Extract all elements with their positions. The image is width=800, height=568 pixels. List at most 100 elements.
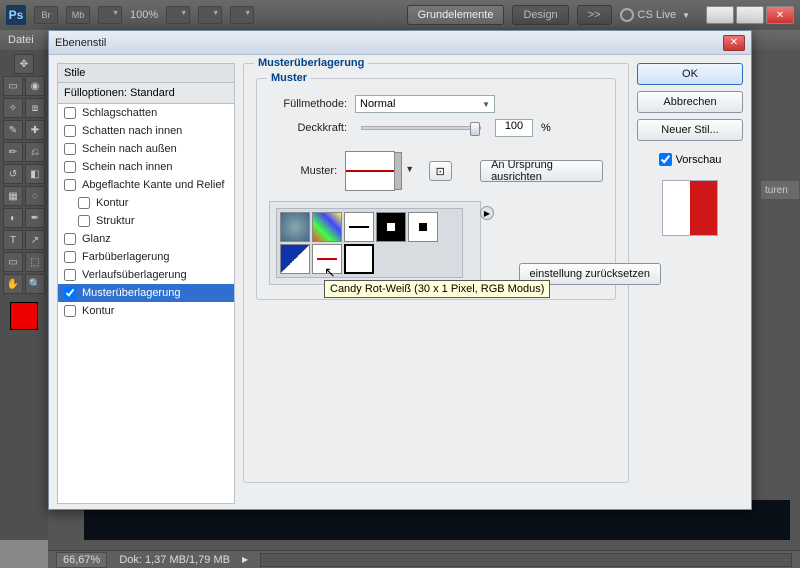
style-item[interactable]: Kontur xyxy=(58,194,234,212)
screen-mode-dropdown[interactable] xyxy=(230,6,254,24)
pattern-thumb[interactable] xyxy=(280,212,310,242)
style-item[interactable]: Schlagschatten xyxy=(58,104,234,122)
color-swatch[interactable] xyxy=(10,302,38,330)
style-label: Struktur xyxy=(96,215,135,227)
style-label: Farbüberlagerung xyxy=(82,251,169,263)
pattern-thumb[interactable] xyxy=(280,244,310,274)
style-checkbox[interactable] xyxy=(64,125,76,137)
style-item[interactable]: Schein nach außen xyxy=(58,140,234,158)
preview-swatch xyxy=(662,180,718,236)
style-item[interactable]: Musterüberlagerung xyxy=(58,284,234,302)
dialog-close-button[interactable]: ✕ xyxy=(723,35,745,51)
zoom-level[interactable]: 100% xyxy=(130,9,158,21)
pattern-swatch[interactable]: ▼ xyxy=(345,151,395,191)
minimize-button[interactable]: — xyxy=(706,6,734,24)
style-checkbox[interactable] xyxy=(64,305,76,317)
snap-origin-button[interactable]: An Ursprung ausrichten xyxy=(480,160,603,182)
view-dropdown-1[interactable] xyxy=(166,6,190,24)
crop-tool[interactable]: ⧈ xyxy=(25,98,45,118)
pattern-picker-flyout[interactable]: ▶ xyxy=(480,206,494,220)
style-checkbox[interactable] xyxy=(78,197,90,209)
style-item[interactable]: Struktur xyxy=(58,212,234,230)
preview-label: Vorschau xyxy=(676,154,722,166)
style-checkbox[interactable] xyxy=(64,179,76,191)
mb-button[interactable]: Mb xyxy=(66,6,90,24)
new-style-button[interactable]: Neuer Stil... xyxy=(637,119,743,141)
style-label: Glanz xyxy=(82,233,111,245)
maximize-button[interactable]: ☐ xyxy=(736,6,764,24)
style-item[interactable]: Abgeflachte Kante und Relief xyxy=(58,176,234,194)
fill-method-select[interactable]: Normal xyxy=(355,95,495,113)
stamp-tool[interactable]: ⎌ xyxy=(25,142,45,162)
status-bar: 66,67% Dok: 1,37 MB/1,79 MB ▶ xyxy=(48,550,800,568)
pattern-thumb[interactable] xyxy=(312,244,342,274)
view-dropdown-2[interactable] xyxy=(198,6,222,24)
workspace-tab-design[interactable]: Design xyxy=(512,5,568,25)
style-item[interactable]: Kontur xyxy=(58,302,234,320)
type-tool[interactable]: T xyxy=(3,230,23,250)
style-item[interactable]: Verlaufsüberlagerung xyxy=(58,266,234,284)
bridge-button[interactable]: Br xyxy=(34,6,58,24)
brush-tool[interactable]: ✏ xyxy=(3,142,23,162)
ok-button[interactable]: OK xyxy=(637,63,743,85)
right-panel-tab[interactable]: turen xyxy=(760,180,800,200)
marquee-tool[interactable]: ▭ xyxy=(3,76,23,96)
style-label: Verlaufsüberlagerung xyxy=(82,269,187,281)
pattern-thumb[interactable] xyxy=(376,212,406,242)
pattern-label: Muster: xyxy=(269,165,337,177)
shape-tool[interactable]: ▭ xyxy=(3,252,23,272)
styles-list: Schlagschatten Schatten nach innen Schein … xyxy=(57,104,235,504)
workspace-tab-essentials[interactable]: Grundelemente xyxy=(407,5,505,25)
style-checkbox[interactable] xyxy=(78,215,90,227)
eyedropper-tool[interactable]: ✎ xyxy=(3,120,23,140)
pattern-thumb-hover[interactable] xyxy=(344,244,374,274)
eraser-tool[interactable]: ◧ xyxy=(25,164,45,184)
wand-tool[interactable]: ✧ xyxy=(3,98,23,118)
new-preset-button[interactable]: ⊡ xyxy=(429,161,452,181)
status-doc-size[interactable]: Dok: 1,37 MB/1,79 MB xyxy=(119,554,230,566)
gradient-tool[interactable]: ▦ xyxy=(3,186,23,206)
blur-tool[interactable]: ◌ xyxy=(25,186,45,206)
styles-header[interactable]: Stile xyxy=(57,63,235,83)
heal-tool[interactable]: ✚ xyxy=(25,120,45,140)
status-zoom[interactable]: 66,67% xyxy=(56,552,107,568)
dodge-tool[interactable]: ◐ xyxy=(3,208,23,228)
close-button[interactable]: ✕ xyxy=(766,6,794,24)
pattern-thumb[interactable] xyxy=(312,212,342,242)
hand-tool[interactable]: ✋ xyxy=(3,274,23,294)
style-checkbox[interactable] xyxy=(64,251,76,263)
horizontal-scrollbar[interactable] xyxy=(260,553,792,567)
3d-tool[interactable]: ⬚ xyxy=(25,252,45,272)
style-item[interactable]: Glanz xyxy=(58,230,234,248)
pen-tool[interactable]: ✒ xyxy=(25,208,45,228)
pattern-thumb[interactable] xyxy=(344,212,374,242)
style-checkbox[interactable] xyxy=(64,143,76,155)
opacity-slider[interactable] xyxy=(361,126,481,130)
style-checkbox[interactable] xyxy=(64,161,76,173)
style-checkbox[interactable] xyxy=(64,107,76,119)
pattern-scrollbar[interactable] xyxy=(463,208,474,278)
fill-options-row[interactable]: Fülloptionen: Standard xyxy=(57,83,235,104)
pattern-grid xyxy=(276,208,463,278)
style-checkbox[interactable] xyxy=(64,233,76,245)
style-item[interactable]: Schein nach innen xyxy=(58,158,234,176)
cancel-button[interactable]: Abbrechen xyxy=(637,91,743,113)
workspace-more[interactable]: >> xyxy=(577,5,612,25)
zoom-tool[interactable]: 🔍 xyxy=(25,274,45,294)
lasso-tool[interactable]: ◉ xyxy=(25,76,45,96)
opacity-input[interactable]: 100 xyxy=(495,119,533,137)
cs-live-button[interactable]: CS Live▼ xyxy=(620,8,690,22)
path-tool[interactable]: ↗ xyxy=(25,230,45,250)
style-item[interactable]: Schatten nach innen xyxy=(58,122,234,140)
move-tool[interactable]: ✥ xyxy=(14,54,34,74)
history-brush-tool[interactable]: ↺ xyxy=(3,164,23,184)
style-checkbox[interactable] xyxy=(64,269,76,281)
style-label: Schatten nach innen xyxy=(82,125,182,137)
layout-dropdown-1[interactable] xyxy=(98,6,122,24)
dialog-title-bar[interactable]: Ebenenstil ✕ xyxy=(49,31,751,55)
preview-checkbox[interactable] xyxy=(659,153,672,166)
style-checkbox[interactable] xyxy=(64,287,76,299)
style-item[interactable]: Farbüberlagerung xyxy=(58,248,234,266)
pattern-thumb[interactable] xyxy=(408,212,438,242)
menu-file[interactable]: Datei xyxy=(8,34,34,46)
